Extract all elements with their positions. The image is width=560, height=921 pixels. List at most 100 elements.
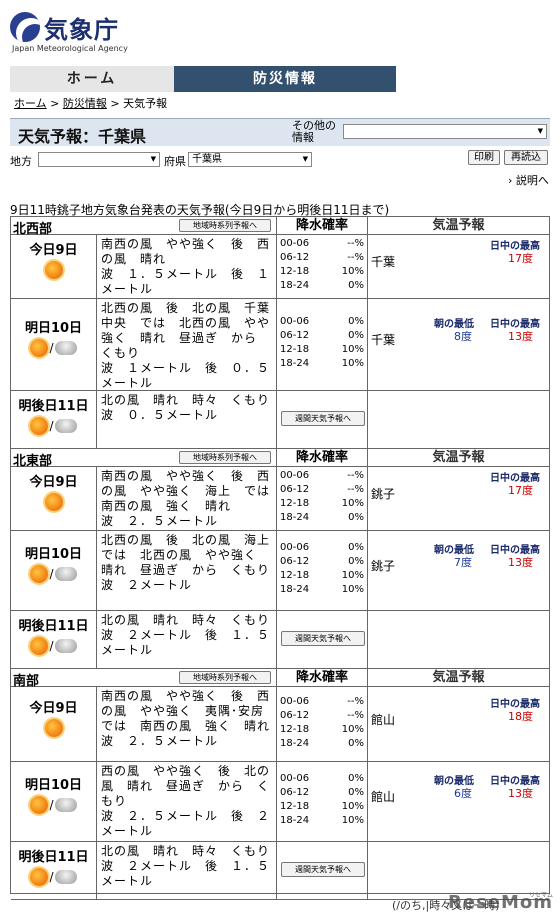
pop-cell: 00-06 0% 06-12 0% 12-18 10% 18-24 10% xyxy=(276,762,368,841)
weekly-forecast-button[interactable]: 週間天気予報へ xyxy=(281,411,365,426)
min-temp-value: 6度 xyxy=(454,787,472,800)
forecast-line: 南西の風 やや強く 後 西の風 やや強く 夷隅･安房 では 南西の風 強く 晴れ xyxy=(101,689,278,733)
pop-time: 06-12 xyxy=(280,252,310,263)
main-nav: ホーム 防災情報 xyxy=(10,66,396,92)
pop-time: 12-18 xyxy=(280,570,310,581)
pop-value: 0% xyxy=(348,556,364,567)
day-label: 明日10日 xyxy=(24,778,83,793)
forecast-row: 今日9日 南西の風 やや強く 後 西の風 やや強く 海上 では 南西の風 強く 晴… xyxy=(11,467,549,531)
print-button[interactable]: 印刷 xyxy=(468,150,500,165)
cloud-icon xyxy=(54,798,77,812)
cloud-icon xyxy=(54,341,77,355)
pop-value: --% xyxy=(347,696,364,707)
day-cell: 今日9日 xyxy=(11,235,97,298)
nav-home-tab[interactable]: ホーム xyxy=(10,66,174,92)
region-select[interactable] xyxy=(38,152,160,167)
day-cell: 明後日11日 / xyxy=(11,391,97,448)
temp-cell xyxy=(368,842,549,899)
forecast-text: 北の風 晴れ 時々 くもり波 ０．５メートル xyxy=(101,393,275,423)
city-name: 千葉 xyxy=(371,255,396,269)
day-cell: 明日10日 / xyxy=(11,299,97,390)
pop-cell: 週間天気予報へ xyxy=(276,842,368,899)
pop-header: 降水確率 xyxy=(276,449,368,466)
max-temp-value: 18度 xyxy=(508,710,533,723)
city-name: 銚子 xyxy=(371,487,396,501)
cloud-icon xyxy=(54,419,77,433)
weather-icons: / xyxy=(11,637,96,659)
breadcrumb-bousai-link[interactable]: 防災情報 xyxy=(63,97,107,110)
pop-time: 06-12 xyxy=(280,787,310,798)
pop-line: 06-12 0% xyxy=(280,555,366,569)
pop-value: --% xyxy=(347,484,364,495)
temp-cell xyxy=(368,611,549,668)
breadcrumb-separator: > xyxy=(46,97,63,110)
pop-cell: 00-06 0% 06-12 0% 12-18 10% 18-24 10% xyxy=(276,299,368,390)
logo-title[interactable]: 気象庁 xyxy=(44,10,119,45)
temp-cell xyxy=(368,391,549,448)
pop-time: 00-06 xyxy=(280,542,310,553)
temp-cell: 銚子 日中の最高 17度 xyxy=(368,467,549,530)
pop-cell: 00-06 0% 06-12 0% 12-18 10% 18-24 10% xyxy=(276,531,368,610)
day-label: 明後日11日 xyxy=(18,850,89,865)
sun-icon xyxy=(30,339,49,357)
jma-logo-icon[interactable] xyxy=(10,12,40,42)
area-series-button[interactable]: 地域時系列予報へ xyxy=(179,671,271,684)
min-temp-value: 8度 xyxy=(454,330,472,343)
pop-time: 00-06 xyxy=(280,316,310,327)
reload-button[interactable]: 再読込 xyxy=(504,150,548,165)
breadcrumb: ホーム > 防災情報 > 天気予報 xyxy=(14,95,167,111)
temp-header: 気温予報 xyxy=(432,450,485,465)
area-series-button[interactable]: 地域時系列予報へ xyxy=(179,451,271,464)
pop-line: 18-24 0% xyxy=(280,737,366,751)
pop-cell: 週間天気予報へ xyxy=(276,611,368,668)
temp-cell: 館山 日中の最高 18度 xyxy=(368,687,549,761)
day-label: 今日9日 xyxy=(29,243,78,258)
sun-icon xyxy=(44,493,63,511)
other-info-select[interactable] xyxy=(343,124,547,139)
sun-icon xyxy=(44,719,63,737)
sun-icon xyxy=(44,261,63,279)
pop-value: 0% xyxy=(348,280,364,291)
day-label: 明日10日 xyxy=(24,321,83,336)
pop-time: 18-24 xyxy=(280,512,310,523)
weekly-forecast-button[interactable]: 週間天気予報へ xyxy=(281,631,365,646)
breadcrumb-home-link[interactable]: ホーム xyxy=(14,97,47,110)
pop-line: 00-06 --% xyxy=(280,695,366,709)
pop-line: 12-18 10% xyxy=(280,569,366,583)
pop-time: 06-12 xyxy=(280,330,310,341)
forecast-row: 明日10日 / 北西の風 後 北の風 海上 では 北西の風 やや強く 晴れ 昼過ぎ … xyxy=(11,531,549,611)
forecast-text: 北の風 晴れ 時々 くもり波 ２メートル 後 １．５メートル xyxy=(101,844,275,889)
sun-icon xyxy=(30,417,49,435)
nav-bousai-tab[interactable]: 防災情報 xyxy=(174,66,396,92)
pop-value: 0% xyxy=(348,330,364,341)
forecast-row: 今日9日 南西の風 やや強く 後 西の風 晴れ波 １．５メートル 後 １メートル 0… xyxy=(11,235,549,299)
day-cell: 明日10日 / xyxy=(11,531,97,610)
pop-line: 06-12 --% xyxy=(280,709,366,723)
pop-cell: 週間天気予報へ xyxy=(276,391,368,448)
pop-line: 12-18 10% xyxy=(280,723,366,737)
forecast-line: 西の風 やや強く 後 北の風 晴れ 昼過ぎ から くもり xyxy=(101,764,271,808)
forecast-line: 波 １メートル 後 ０．５メートル xyxy=(101,361,271,390)
explain-link[interactable]: › 説明へ xyxy=(508,172,549,188)
forecast-line: 南西の風 やや強く 後 西の風 晴れ xyxy=(101,237,271,266)
breadcrumb-separator: > xyxy=(106,97,124,110)
weekly-forecast-button[interactable]: 週間天気予報へ xyxy=(281,862,365,877)
pop-line: 12-18 10% xyxy=(280,497,366,511)
day-label: 今日9日 xyxy=(29,701,78,716)
pop-value: 0% xyxy=(348,316,364,327)
pop-value: 10% xyxy=(341,815,364,826)
day-label: 明後日11日 xyxy=(18,399,89,414)
pop-value: 10% xyxy=(341,266,364,277)
area-series-button[interactable]: 地域時系列予報へ xyxy=(179,219,271,232)
pop-line: 06-12 --% xyxy=(280,251,366,265)
forecast-line: 波 ２．５メートル 後 ２メートル xyxy=(101,809,271,838)
slash-icon: / xyxy=(49,567,54,581)
pop-value: 10% xyxy=(341,801,364,812)
pop-time: 12-18 xyxy=(280,801,310,812)
section-header: 南部 地域時系列予報へ 降水確率 気温予報 xyxy=(11,669,549,689)
min-temp-value: 7度 xyxy=(454,556,472,569)
prefecture-select[interactable]: 千葉県 xyxy=(188,152,312,167)
forecast-line: 南西の風 やや強く 後 西の風 やや強く 海上 では 南西の風 強く 晴れ xyxy=(101,469,284,513)
pop-line: 18-24 10% xyxy=(280,583,366,597)
pop-cell: 00-06 --% 06-12 --% 12-18 10% 18-24 0% xyxy=(276,235,368,298)
